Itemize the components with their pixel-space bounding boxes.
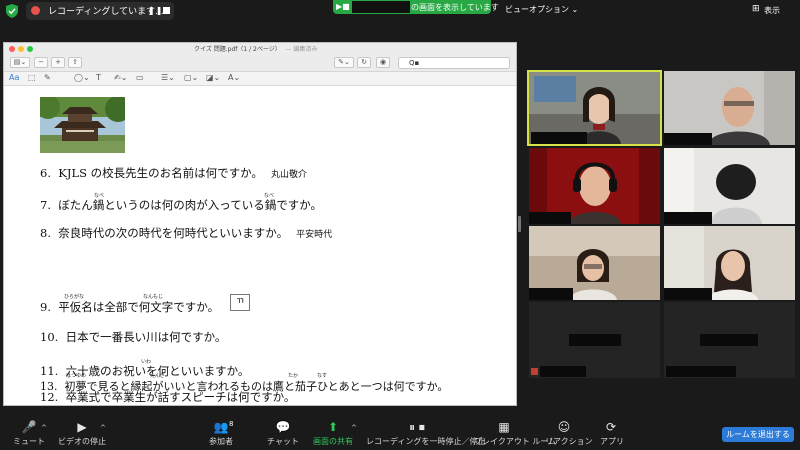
sketch-icon[interactable]: ✎ [44,73,51,82]
video-options-chevron-icon[interactable]: ^ [100,424,106,432]
participant-video-tile[interactable] [529,302,660,378]
redacted-name-label [700,334,758,346]
split-resize-handle[interactable] [518,216,521,232]
stop-video-button[interactable]: ▶ ビデオの停止 [58,418,106,447]
redacted-name-label [664,288,712,300]
recording-control-button[interactable]: ⏸ ⏹ レコーディングを一時停止／停止 [366,418,485,447]
temple-photo [40,97,125,153]
view-options-menu[interactable]: ビューオプション ⌄ [505,4,578,15]
recording-stop-button[interactable] [163,7,170,14]
question-8: 8. 奈良時代の次の時代を何時代といいますか。 平安時代 [40,226,333,240]
recording-pause-button[interactable]: ❚❚ [148,6,163,15]
chat-icon: 💬 [275,420,291,434]
window-zoom-button[interactable] [27,46,33,52]
answer-box: ㄲ [230,294,250,311]
record-pause-icon: ⏸ ⏹ [409,420,425,434]
window-minimize-button[interactable] [18,46,24,52]
question-6: 6. KJLS の校長先生のお名前は何ですか。 丸山敬介 [40,166,307,180]
redacted-name-label [664,133,712,145]
apps-button[interactable]: ⟳ アプリ [600,418,624,447]
sidebar-toggle-button[interactable]: ▤⌄ [10,57,30,68]
breakout-rooms-button[interactable]: ▦ ブレイクアウト ルーム [474,418,556,447]
document-title: クイズ 問題.pdf（1 / 2ページ） — 編集済み [194,46,318,53]
redacted-name-label [569,334,621,346]
redacted-name-label [664,212,712,224]
redacted-presenter-name [352,1,410,13]
participant-video-tile[interactable] [664,148,795,224]
markup-toolbar-icon[interactable]: ◉ [376,57,390,68]
participant-video-tile[interactable] [664,302,795,378]
reactions-button[interactable]: ☺ リアクション [545,418,593,447]
recording-label: レコーディングしています... [48,7,164,17]
apps-icon: ⟳ [605,420,617,434]
font-style-icon[interactable]: A⌄ [228,73,240,82]
question-7: 7. ぼたん鍋というのは何の肉が入っている鍋ですか。 [40,198,322,212]
pdf-page: 6. KJLS の校長先生のお名前は何ですか。 丸山敬介 なべ なべ 7. ぼたん… [4,86,516,405]
shapes-icon[interactable]: ◯⌄ [74,73,90,82]
line-style-icon[interactable]: ☰⌄ [161,73,175,82]
window-close-button[interactable] [9,46,15,52]
question-13: 13. 初夢で見ると縁起がいいと言われるものは鷹と茄子ひとあと一つは何ですか。 [40,380,449,393]
text-selection-icon[interactable]: Aa [9,73,19,82]
share-screen-button[interactable]: ⬆ 画面の共有 [313,418,353,447]
redacted-name-label [529,212,571,224]
zoom-out-icon[interactable]: − [34,57,48,68]
markup-pen-icon[interactable]: ✎⌄ [334,57,354,68]
sharing-status-text: の画面を表示しています [411,3,499,12]
redacted-name-label [666,366,736,377]
redacted-name-label [531,132,587,144]
video-icon: ▶ [77,420,87,434]
zoom-in-icon[interactable]: + [51,57,65,68]
pdf-search-input[interactable]: Q▪ [398,57,510,69]
breakout-icon: ▦ [498,420,510,434]
fill-color-icon[interactable]: ◪⌄ [206,73,220,82]
meeting-top-bar: レコーディングしています... ❚❚ ▶■ の画面を表示しています ビューオプシ… [0,0,800,22]
participant-video-tile[interactable] [664,226,795,300]
chat-button[interactable]: 💬 チャット [266,418,300,447]
muted-mic-icon [531,368,538,375]
share-screen-icon: ⬆ [327,420,339,434]
recording-dot-icon [31,6,40,15]
participant-video-tile[interactable] [527,70,662,146]
audio-options-chevron-icon[interactable]: ^ [41,424,47,432]
question-9: 9. 平仮名は全部で何文字ですか。 [40,300,220,314]
markup-toolbar: Aa ⬚ ✎ ◯⌄ T ✍⌄ ▭ ☰⌄ ▢⌄ ◪⌄ A⌄ [4,72,516,86]
security-shield-icon[interactable] [6,4,18,18]
share-options-chevron-icon[interactable]: ^ [351,424,357,432]
participants-count: 8 [229,420,234,428]
pdf-preview-window: クイズ 問題.pdf（1 / 2ページ） — 編集済み ▤⌄ − + ⇪ ✎⌄ … [3,42,517,406]
participant-video-tile[interactable] [664,71,795,145]
mute-button[interactable]: 🎤 ミュート [12,418,46,447]
participant-video-tile[interactable] [529,148,660,224]
textbox-icon[interactable]: T [96,73,101,82]
share-doc-icon[interactable]: ⇪ [68,57,82,68]
pdf-toolbar: ▤⌄ − + ⇪ ✎⌄ ↻ ◉ Q▪ [4,54,516,72]
share-status-icon: ▶■ [336,2,350,11]
meeting-controls-bar: 🎤 ミュート ^ ▶ ビデオの停止 ^ 👥 参加者 8 💬 チャット ⬆ 画面の… [0,418,800,450]
note-icon[interactable]: ▭ [136,73,144,82]
redacted-name-label [529,288,573,300]
grid-view-icon: ⊞ [752,4,760,14]
border-color-icon[interactable]: ▢⌄ [184,73,198,82]
signature-icon[interactable]: ✍⌄ [114,73,127,82]
participant-video-tile[interactable] [529,226,660,300]
window-titlebar: クイズ 問題.pdf（1 / 2ページ） — 編集済み [4,43,516,54]
redacted-name-label [540,366,586,377]
view-button[interactable]: 表示 [764,5,780,16]
rotate-icon[interactable]: ↻ [357,57,371,68]
question-10: 10. 日本で一番長い川は何ですか。 [40,330,227,344]
leave-room-button[interactable]: ルームを退出する [722,427,794,442]
rect-selection-icon[interactable]: ⬚ [28,73,36,82]
reaction-icon: ☺ [557,420,571,434]
